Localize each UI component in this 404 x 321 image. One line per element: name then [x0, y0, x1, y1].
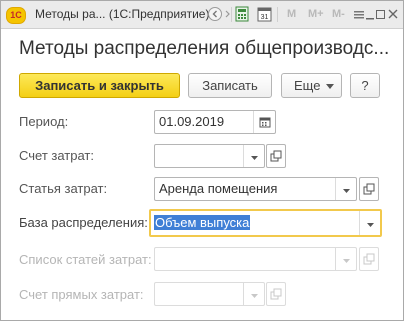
more-button[interactable]: Еще — [281, 73, 342, 98]
open-icon — [363, 253, 375, 265]
period-value: 01.09.2019 — [159, 114, 225, 129]
title-bar: 1С Методы ра... (1С:Предприятие) 31 M M+… — [1, 1, 403, 29]
cost-item-open-button[interactable] — [359, 177, 379, 201]
calculator-icon[interactable] — [235, 6, 251, 22]
distribution-base-label: База распределения: — [19, 215, 148, 230]
direct-cost-account-dropdown — [243, 283, 264, 305]
cost-items-list-open-button — [359, 247, 379, 271]
help-button[interactable]: ? — [350, 73, 380, 98]
close-icon[interactable] — [386, 6, 402, 22]
period-label: Период: — [19, 114, 69, 129]
cost-account-label: Счет затрат: — [19, 148, 94, 163]
memory-plus-button[interactable]: M+ — [308, 6, 324, 22]
chevron-down-icon — [250, 156, 258, 160]
distribution-base-value: Объем выпуска — [154, 215, 251, 230]
page-title: Методы распределения общепроизводс... — [19, 38, 390, 59]
chevron-down-icon — [326, 84, 334, 89]
window-title: Методы ра... (1С:Предприятие) — [35, 7, 210, 21]
memory-button[interactable]: M — [287, 6, 296, 22]
save-button[interactable]: Записать — [188, 73, 272, 98]
open-icon — [270, 150, 282, 162]
direct-cost-account-open-button — [266, 282, 286, 306]
open-icon — [270, 288, 282, 300]
form-window: 1С Методы ра... (1С:Предприятие) 31 M M+… — [0, 0, 404, 321]
back-icon[interactable] — [207, 6, 223, 22]
cost-items-list-dropdown — [335, 248, 356, 270]
cost-items-list-field — [154, 247, 357, 271]
calendar-picker-button[interactable] — [253, 111, 275, 133]
cost-item-field[interactable]: Аренда помещения — [154, 177, 357, 201]
direct-cost-account-label: Счет прямых затрат: — [19, 287, 144, 302]
distribution-base-dropdown[interactable] — [359, 211, 380, 235]
cost-item-dropdown[interactable] — [335, 178, 356, 200]
app-logo: 1С — [6, 7, 26, 24]
save-and-close-button[interactable]: Записать и закрыть — [19, 73, 180, 98]
cost-item-label: Статья затрат: — [19, 181, 108, 196]
chevron-down-icon — [366, 223, 374, 227]
chevron-down-icon — [250, 294, 258, 298]
memory-minus-button[interactable]: M- — [332, 6, 345, 22]
cost-account-field[interactable] — [154, 144, 265, 168]
cost-items-list-label: Список статей затрат: — [19, 252, 152, 267]
chevron-down-icon — [342, 189, 350, 193]
more-button-label: Еще — [294, 78, 321, 93]
direct-cost-account-field — [154, 282, 265, 306]
cost-item-value: Аренда помещения — [159, 181, 278, 196]
cost-account-open-button[interactable] — [266, 144, 286, 168]
cost-account-dropdown[interactable] — [243, 145, 264, 167]
period-field[interactable]: 01.09.2019 — [154, 110, 276, 134]
calendar-icon[interactable]: 31 — [257, 6, 273, 22]
chevron-down-icon — [342, 259, 350, 263]
open-icon — [363, 183, 375, 195]
distribution-base-field[interactable]: Объем выпуска — [149, 209, 382, 237]
calendar-icon — [259, 117, 270, 128]
svg-text:31: 31 — [261, 14, 269, 21]
